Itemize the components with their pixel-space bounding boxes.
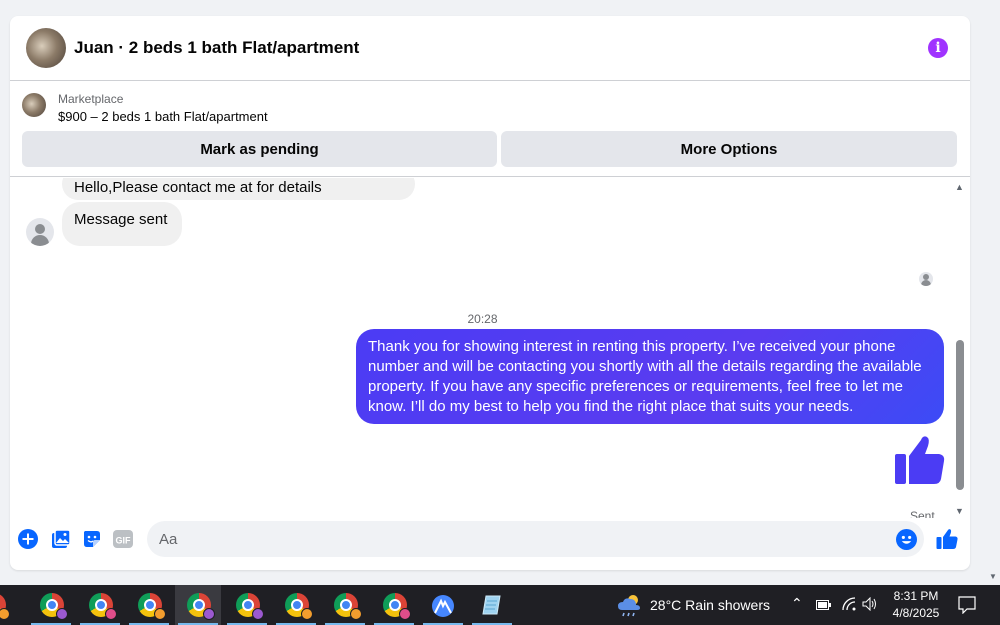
scroll-up-arrow[interactable]: ▲ (955, 182, 964, 192)
contact-avatar[interactable] (26, 218, 54, 246)
incoming-message[interactable]: Hello,Please contact me at for details 5… (62, 178, 415, 228)
sent-status: Sent (910, 509, 935, 518)
listing-avatar[interactable] (26, 28, 66, 68)
battery-icon[interactable] (816, 599, 832, 611)
taskbar-chrome[interactable] (371, 585, 417, 625)
scrollbar-thumb[interactable] (956, 340, 964, 490)
chat-window: Juan · 2 beds 1 bath Flat/apartment i Ma… (10, 16, 970, 570)
notepad-icon (482, 595, 501, 615)
message-list: Hello,Please contact me at for details 5… (10, 178, 955, 518)
chrome-icon (334, 593, 362, 620)
incoming-message[interactable]: Message sent (62, 202, 182, 246)
sticker-icon[interactable] (82, 529, 102, 549)
page-scrollbar[interactable]: ▼ (986, 0, 1000, 585)
chrome-icon (89, 593, 117, 620)
taskbar-app[interactable] (0, 585, 16, 625)
chrome-icon (187, 593, 215, 620)
chrome-icon (285, 593, 313, 620)
volume-icon[interactable] (862, 597, 878, 611)
outgoing-message[interactable]: Thank you for showing interest in rentin… (356, 329, 944, 424)
listing-panel: Marketplace $900 – 2 beds 1 bath Flat/ap… (10, 81, 970, 177)
taskbar-chrome[interactable] (175, 585, 221, 625)
taskbar-notepad[interactable] (469, 585, 515, 625)
taskbar-vpn[interactable] (420, 585, 466, 625)
scroll-down-arrow[interactable]: ▼ (955, 506, 964, 516)
clock-time: 8:31 PM (893, 589, 939, 603)
scroll-down-arrow[interactable]: ▼ (989, 572, 997, 581)
gif-icon[interactable]: GIF (113, 529, 133, 549)
info-icon[interactable]: i (928, 38, 948, 58)
taskbar-chrome[interactable] (224, 585, 270, 625)
listing-thumbnail[interactable] (22, 93, 46, 117)
weather-text[interactable]: 28°C Rain showers (650, 597, 770, 613)
taskbar-chrome[interactable] (126, 585, 172, 625)
chrome-icon (40, 593, 68, 620)
chrome-icon (138, 593, 166, 620)
taskbar-chrome[interactable] (273, 585, 319, 625)
listing-price-title[interactable]: $900 – 2 beds 1 bath Flat/apartment (58, 107, 268, 127)
taskbar-chrome[interactable] (322, 585, 368, 625)
taskbar-chrome[interactable] (77, 585, 123, 625)
read-receipt-avatar (919, 272, 933, 286)
chat-title[interactable]: Juan · 2 beds 1 bath Flat/apartment (74, 38, 359, 58)
emoji-icon[interactable] (896, 529, 917, 550)
vpn-icon (432, 595, 454, 617)
chrome-icon (383, 593, 411, 620)
add-icon[interactable] (18, 529, 38, 549)
taskbar-chrome[interactable] (28, 585, 74, 625)
weather-icon[interactable] (616, 592, 644, 618)
clock-date: 4/8/2025 (892, 606, 940, 620)
svg-text:GIF: GIF (116, 536, 132, 546)
notification-icon[interactable] (958, 596, 976, 614)
message-timestamp: 20:28 (467, 312, 498, 326)
system-clock[interactable]: 8:31 PM 4/8/2025 (888, 588, 944, 622)
mark-as-pending-button[interactable]: Mark as pending (22, 131, 497, 167)
message-input[interactable] (147, 521, 924, 557)
chat-header: Juan · 2 beds 1 bath Flat/apartment i (10, 16, 970, 81)
wifi-icon[interactable] (842, 597, 856, 611)
more-options-button[interactable]: More Options (501, 131, 957, 167)
marketplace-label: Marketplace (58, 92, 124, 106)
thumbs-up-icon (895, 436, 945, 484)
messages-scrollbar[interactable]: ▲ ▼ (954, 178, 966, 516)
taskbar: 28°C Rain showers ⌃ 8:31 PM 4/8/2025 (0, 585, 1000, 625)
chrome-icon (236, 593, 264, 620)
photo-icon[interactable] (51, 529, 71, 549)
like-icon[interactable] (936, 528, 958, 550)
chevron-up-icon[interactable]: ⌃ (791, 595, 803, 612)
composer-bar: GIF (10, 521, 970, 557)
